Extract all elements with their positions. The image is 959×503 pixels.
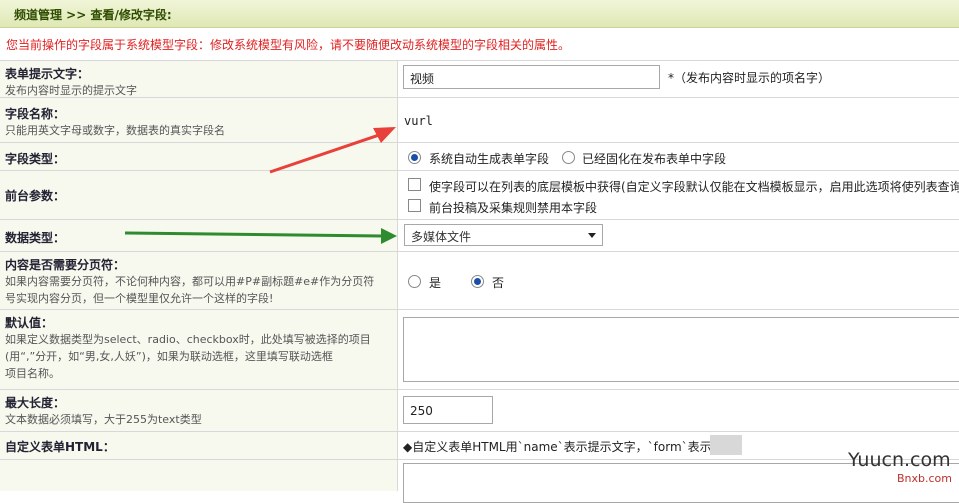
annotation-arrows (124, 127, 397, 244)
watermark-main: Yuucn.com (848, 449, 951, 471)
green-arrow-line (124, 231, 386, 238)
watermark-sub: Bnxb.com (897, 472, 952, 485)
red-arrow-line (269, 131, 386, 174)
green-arrowhead (381, 228, 397, 244)
